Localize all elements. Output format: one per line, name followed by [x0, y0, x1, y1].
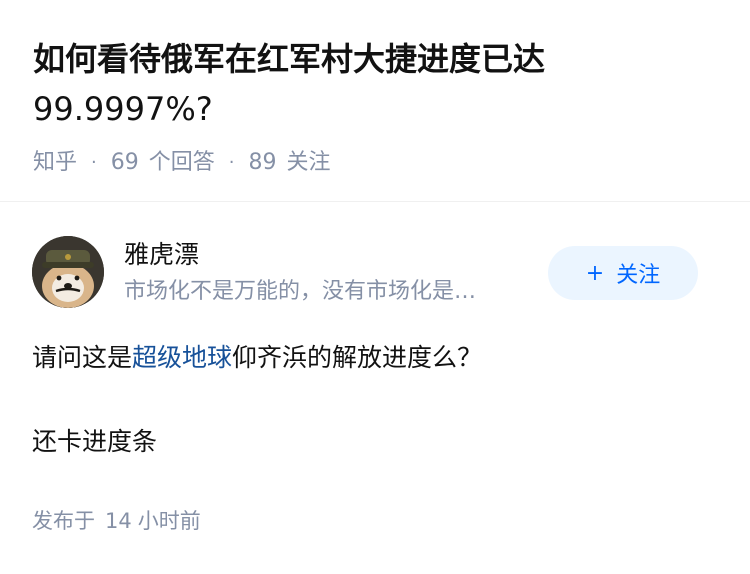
followers-count: 89 — [248, 150, 277, 175]
avatar[interactable] — [32, 236, 104, 308]
avatar-dog-icon — [32, 236, 104, 308]
question-title[interactable]: 如何看待俄军在红军村大捷进度已达 99.9997%? — [33, 34, 723, 134]
zhihu-answer-page: 如何看待俄军在红军村大捷进度已达 99.9997%? 知乎 · 69 个回答 ·… — [0, 0, 750, 574]
source-label: 知乎 — [33, 150, 78, 175]
followers-label: 关注 — [286, 150, 331, 175]
section-divider — [0, 201, 750, 202]
meta-separator: · — [91, 152, 97, 173]
search-keyword-link[interactable]: 超级地球 — [132, 343, 232, 372]
follow-button-label: 关注 — [616, 263, 661, 288]
author-bio: 市场化不是万能的，没有市场化是… — [124, 279, 477, 304]
answer-paragraph: 还卡进度条 — [32, 427, 158, 456]
plus-icon: + — [585, 260, 605, 286]
answers-label: 个回答 — [148, 150, 215, 175]
answer-text: 请问这是 — [32, 343, 133, 372]
author-card: 雅虎漂 市场化不是万能的，没有市场化是… + 关注 — [32, 236, 722, 308]
publish-suffix: 小时前 — [137, 509, 201, 533]
meta-separator: · — [228, 152, 235, 173]
answer-paragraph: 请问这是超级地球仰齐浜的解放进度么？ — [32, 336, 722, 380]
publish-time: 发布于 14 小时前 — [32, 506, 201, 536]
publish-prefix: 发布于 — [32, 509, 95, 533]
question-header: 如何看待俄军在红军村大捷进度已达 99.9997%? 知乎 · 69 个回答 ·… — [33, 34, 723, 178]
question-meta: 知乎 · 69 个回答 · 89 关注 — [33, 148, 723, 178]
answer-content: 请问这是超级地球仰齐浜的解放进度么？ 还卡进度条 — [32, 336, 722, 464]
answer-text: 仰齐浜的解放进度么？ — [232, 343, 483, 372]
answers-count: 69 — [110, 150, 139, 175]
publish-number: 14 — [105, 509, 132, 533]
question-title-tail[interactable]: 99.9997%? — [33, 90, 213, 128]
follow-button[interactable]: + 关注 — [548, 246, 698, 300]
question-title-main[interactable]: 如何看待俄军在红军村大捷进度已达 — [33, 40, 545, 78]
author-name[interactable]: 雅虎漂 — [124, 238, 199, 272]
